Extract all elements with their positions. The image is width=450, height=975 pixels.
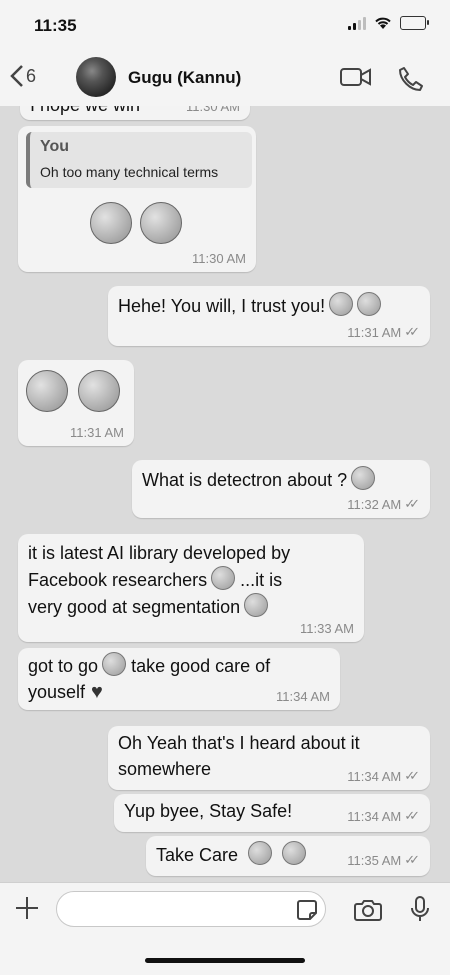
- heart-icon: ♥: [91, 681, 103, 703]
- kiss-emoji-icon: [282, 841, 307, 865]
- smirk-emoji-icon: [90, 202, 132, 244]
- message-input[interactable]: [56, 891, 326, 927]
- read-receipt-icon: ✓✓: [404, 852, 420, 867]
- kiss-emoji-icon: [26, 370, 68, 412]
- sticker-icon[interactable]: [296, 899, 318, 921]
- status-icons: [348, 16, 429, 30]
- message-text-content: What is detectron about ?: [142, 470, 348, 490]
- message-line-part: ...it is: [240, 570, 283, 590]
- message-line: got to go take good care of: [28, 652, 270, 679]
- back-button[interactable]: 6: [10, 64, 36, 88]
- message-text: What is detectron about ?: [142, 466, 376, 493]
- message-line-part: youself: [28, 682, 86, 702]
- wifi-icon: [375, 17, 391, 29]
- message-time: 11:30 AM: [192, 251, 246, 266]
- message-bubble[interactable]: Take Care 11:35 AM ✓✓: [146, 836, 430, 876]
- message-bubble[interactable]: Yup byee, Stay Safe! 11:34 AM ✓✓: [114, 794, 430, 832]
- message-time: 11:35 AM: [347, 852, 402, 868]
- smile-emoji-icon: [329, 292, 354, 316]
- heart-eyes-emoji-icon: [244, 593, 269, 617]
- message-text-content: Take Care: [156, 845, 239, 865]
- message-time: 11:31 AM: [70, 425, 124, 440]
- message-line: it is latest AI library developed by: [28, 543, 291, 563]
- halo-emoji-icon: [102, 652, 127, 676]
- kissing-emoji-icon: [248, 841, 273, 865]
- quoted-author: You: [40, 138, 70, 155]
- message-time: 11:34 AM: [347, 808, 402, 824]
- video-call-icon[interactable]: [340, 66, 372, 88]
- message-bubble[interactable]: Hehe! You will, I trust you! 11:31 AM ✓✓: [108, 286, 430, 346]
- battery-icon: [400, 16, 429, 30]
- message-time: 11:31 AM: [347, 324, 402, 340]
- message-text-content: Hehe! You will, I trust you!: [118, 296, 326, 316]
- message-text: it is latest AI library developed by Fac…: [28, 540, 358, 620]
- message-meta: 11:34 AM ✓✓: [347, 808, 420, 824]
- message-line-part: very good at segmentation: [28, 597, 241, 617]
- signal-icon: [348, 16, 366, 30]
- message-line-part: take good care of: [131, 656, 271, 676]
- message-meta: 11:35 AM ✓✓: [347, 852, 420, 868]
- home-indicator[interactable]: [145, 958, 305, 963]
- message-bubble[interactable]: I hope we win 11:30 AM: [20, 106, 250, 120]
- phone-icon[interactable]: [398, 66, 424, 92]
- message-line: Oh Yeah that's I heard about it: [118, 733, 360, 753]
- message-line-part: got to go: [28, 656, 99, 676]
- message-line: youself ♥: [28, 679, 270, 705]
- message-text: Oh Yeah that's I heard about it somewher…: [118, 730, 360, 782]
- message-bubble[interactable]: What is detectron about ? 11:32 AM ✓✓: [132, 460, 430, 518]
- avatar[interactable]: [76, 57, 116, 97]
- message-line: very good at segmentation: [28, 593, 358, 620]
- cowboy-emoji-icon: [211, 566, 236, 590]
- message-line-part: Facebook researchers: [28, 570, 208, 590]
- message-text: I hope we win: [30, 106, 140, 118]
- read-receipt-icon: ✓✓: [404, 496, 420, 511]
- message-time: 11:34 AM: [347, 768, 402, 784]
- message-time: 11:33 AM: [300, 621, 354, 636]
- message-text: got to go take good care of youself ♥: [28, 652, 270, 705]
- plus-icon[interactable]: [14, 895, 40, 921]
- message-meta: 11:34 AM ✓✓: [347, 768, 420, 784]
- quoted-message[interactable]: You Oh too many technical terms: [26, 132, 252, 188]
- message-time: 11:30 AM: [186, 106, 240, 114]
- message-text: Take Care: [156, 841, 307, 868]
- quoted-text: Oh too many technical terms: [40, 164, 219, 180]
- chat-area[interactable]: I hope we win 11:30 AM You Oh too many t…: [0, 106, 450, 882]
- read-receipt-icon: ✓✓: [404, 324, 420, 339]
- message-text: Yup byee, Stay Safe!: [124, 801, 293, 821]
- message-text: Hehe! You will, I trust you!: [118, 292, 382, 319]
- eye-roll-emoji-icon: [351, 466, 376, 490]
- message-meta: 11:32 AM ✓✓: [347, 496, 420, 512]
- back-chevron-icon: [10, 65, 23, 87]
- message-meta: 11:31 AM ✓✓: [347, 324, 420, 340]
- status-bar: 11:35: [0, 0, 450, 52]
- message-time: 11:34 AM: [276, 689, 330, 704]
- message-bubble[interactable]: 11:31 AM: [18, 360, 134, 446]
- mic-icon[interactable]: [410, 895, 430, 923]
- message-time: 11:32 AM: [347, 496, 402, 512]
- message-line: Facebook researchers ...it is: [28, 566, 358, 593]
- message-bubble[interactable]: You Oh too many technical terms 11:30 AM: [18, 126, 256, 272]
- message-bubble[interactable]: it is latest AI library developed by Fac…: [18, 534, 364, 642]
- chat-header: 6 Gugu (Kannu): [0, 52, 450, 107]
- smile-emoji-icon: [357, 292, 382, 316]
- status-time: 11:35: [34, 16, 77, 35]
- smirk-emoji-icon: [140, 202, 182, 244]
- read-receipt-icon: ✓✓: [404, 808, 420, 823]
- unread-count: 6: [26, 65, 37, 86]
- contact-name[interactable]: Gugu (Kannu): [128, 68, 241, 88]
- kiss-emoji-icon: [78, 370, 120, 412]
- message-bubble[interactable]: got to go take good care of youself ♥ 11:…: [18, 648, 340, 710]
- message-line: somewhere: [118, 759, 212, 779]
- camera-icon[interactable]: [354, 899, 382, 921]
- read-receipt-icon: ✓✓: [404, 768, 420, 783]
- message-bubble[interactable]: Oh Yeah that's I heard about it somewher…: [108, 726, 430, 790]
